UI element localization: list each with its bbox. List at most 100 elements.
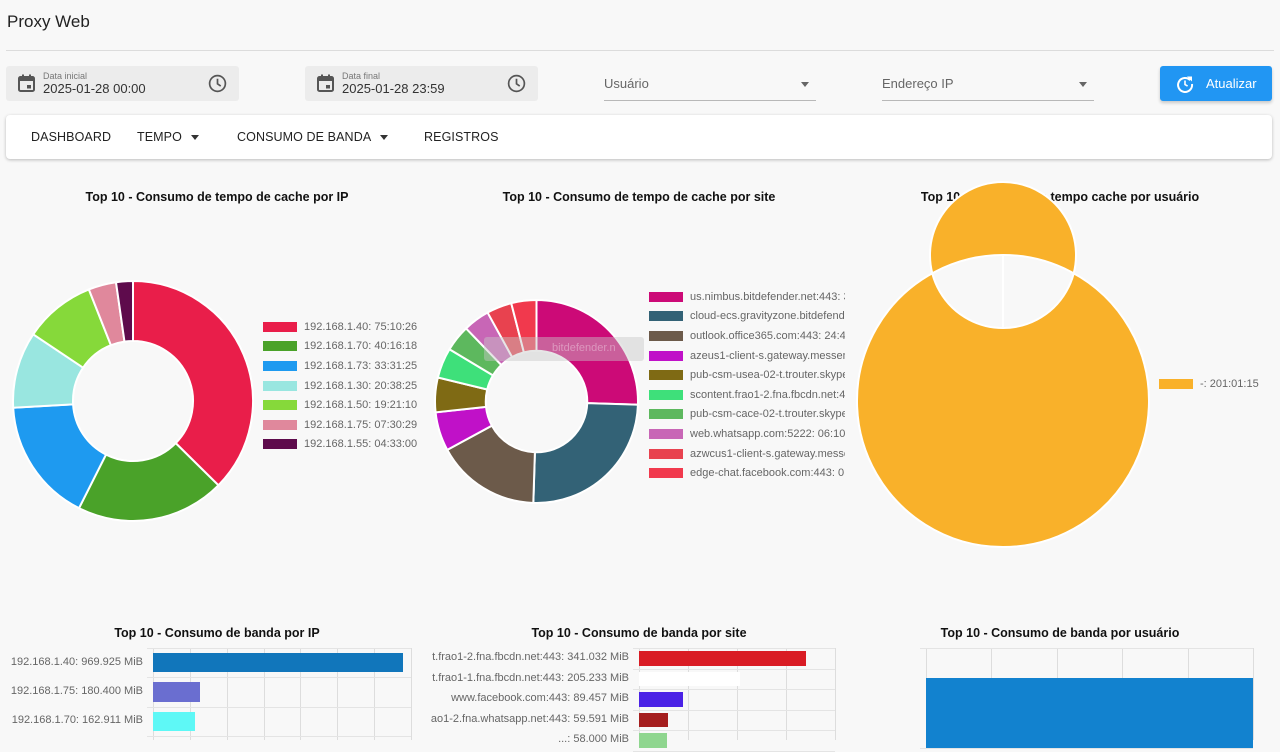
legend-label: 192.168.1.70: 40:16:18 (304, 340, 418, 353)
legend-swatch (263, 419, 297, 430)
bar[interactable] (639, 671, 740, 686)
grid-line (147, 677, 411, 679)
end-date-value[interactable]: 2025-01-28 23:59 (342, 81, 445, 96)
legend-label: 192.168.1.75: 07:30:29 (304, 418, 418, 431)
legend-item[interactable]: outlook.office365.com:443: 24:4 (649, 326, 845, 346)
donut-slice[interactable] (532, 402, 639, 504)
bar-label: t.frao1-1.fna.fbcdn.net:443: 205.233 MiB (432, 671, 629, 684)
nav-item-consumo-de-banda[interactable]: CONSUMO DE BANDA (237, 130, 389, 144)
legend-item[interactable]: azeus1-client-s.gateway.messen (649, 346, 845, 366)
bar-label: t.frao1-2.fna.fbcdn.net:443: 341.032 MiB (432, 651, 629, 664)
donut-chart-cache-user[interactable] (855, 181, 1150, 548)
bar-label: 192.168.1.40: 969.925 MiB (10, 655, 143, 668)
nav-item-registros[interactable]: REGISTROS (424, 130, 499, 144)
bar[interactable] (153, 682, 200, 702)
donut-chart-cache-site[interactable] (434, 298, 639, 504)
start-date-value[interactable]: 2025-01-28 00:00 (43, 81, 146, 96)
legend-cache-ip: 192.168.1.40: 75:10:26 192.168.1.70: 40:1… (263, 317, 423, 454)
main-navbar: DASHBOARD TEMPO CONSUMO DE BANDA REGISTR… (6, 115, 1272, 159)
legend-swatch (649, 370, 683, 381)
bar-chart-band-site[interactable]: t.frao1-2.fna.fbcdn.net:443: 341.032 MiB… (425, 648, 845, 752)
legend-item[interactable]: 192.168.1.55: 04:33:00 (263, 435, 423, 455)
clock-icon[interactable] (507, 74, 526, 93)
nav-label: DASHBOARD (31, 130, 112, 144)
legend-item[interactable]: pub-csm-usea-02-t.trouter.skype (649, 365, 845, 385)
bar-chart-band-ip[interactable]: 192.168.1.40: 969.925 MiB 192.168.1.75: 1… (0, 648, 420, 740)
refresh-icon (1177, 76, 1194, 93)
grid-line (147, 648, 411, 649)
bar[interactable] (639, 651, 807, 666)
legend-label: cloud-ecs.gravityzone.bitdefender (690, 310, 845, 323)
nav-item-tempo[interactable]: TEMPO (137, 130, 199, 144)
chart-title-cache-site: Top 10 - Consumo de tempo de cache por s… (502, 190, 776, 204)
grid-line (633, 730, 835, 731)
legend-swatch (263, 360, 297, 371)
donut-slice[interactable] (132, 279, 254, 487)
legend-item[interactable]: azwcus1-client-s.gateway.messe (649, 444, 845, 464)
start-date-field[interactable]: Data inicial 2025-01-28 00:00 (6, 66, 239, 101)
legend-label: 192.168.1.73: 33:31:25 (304, 359, 418, 372)
legend-label: 192.168.1.40: 75:10:26 (304, 320, 418, 333)
title-divider (6, 50, 1274, 51)
grid-line (633, 709, 835, 711)
legend-item[interactable]: 192.168.1.50: 19:21:10 (263, 395, 423, 415)
legend-item[interactable]: 192.168.1.73: 33:31:25 (263, 356, 423, 376)
legend-item[interactable]: web.whatsapp.com:5222: 06:10: (649, 424, 845, 444)
legend-label: outlook.office365.com:443: 24:4 (690, 329, 845, 342)
nav-item-dashboard[interactable]: DASHBOARD (31, 130, 111, 144)
grid-line (920, 748, 1253, 749)
chart-title-band-user: Top 10 - Consumo de banda por usuário (940, 626, 1180, 640)
dropdown-arrow-icon (380, 135, 389, 141)
end-date-field[interactable]: Data final 2025-01-28 23:59 (305, 66, 538, 101)
bar-label: 192.168.1.70: 162.911 MiB (11, 714, 143, 727)
legend-item[interactable]: -: 201:01:15 (1159, 374, 1279, 394)
chart-title-band-ip: Top 10 - Consumo de banda por IP (114, 626, 320, 640)
legend-swatch (1159, 378, 1193, 389)
nav-label: TEMPO (137, 130, 182, 144)
legend-swatch (649, 350, 683, 361)
grid-line (633, 668, 835, 670)
legend-item[interactable]: 192.168.1.75: 07:30:29 (263, 415, 423, 435)
legend-item[interactable]: us.nimbus.bitdefender.net:443: 3 (649, 287, 845, 307)
legend-swatch (649, 428, 683, 439)
calendar-icon[interactable] (18, 74, 35, 92)
legend-item[interactable]: scontent.frao1-2.fna.fbcdn.net:4 (649, 385, 845, 405)
user-select[interactable]: Usuário (604, 66, 816, 101)
bar[interactable] (639, 712, 669, 727)
ip-select[interactable]: Endereço IP (882, 66, 1094, 101)
grid-line (1253, 648, 1254, 740)
legend-item[interactable]: 192.168.1.40: 75:10:26 (263, 317, 423, 337)
bar[interactable] (639, 733, 668, 748)
legend-item[interactable]: 192.168.1.30: 20:38:25 (263, 376, 423, 396)
clock-icon[interactable] (208, 74, 227, 93)
legend-label: pub-csm-cace-02-t.trouter.skype (690, 408, 845, 421)
legend-label: us.nimbus.bitdefender.net:443: 3 (690, 290, 845, 303)
bar-label: www.facebook.com:443: 89.457 MiB (451, 692, 629, 705)
grid-line (147, 735, 411, 737)
chevron-down-icon (801, 82, 809, 87)
legend-item[interactable]: 192.168.1.70: 40:16:18 (263, 337, 423, 357)
bar[interactable] (926, 678, 1253, 748)
legend-swatch (263, 400, 297, 411)
legend-cache-site: us.nimbus.bitdefender.net:443: 3 cloud-ec… (649, 287, 845, 483)
donut-slice[interactable] (855, 181, 1150, 548)
legend-item[interactable]: edge-chat.facebook.com:443: 0 (649, 463, 845, 483)
chart-title-cache-ip: Top 10 - Consumo de tempo de cache por I… (85, 190, 349, 204)
legend-cache-user: -: 201:01:15 (1159, 374, 1279, 394)
calendar-icon[interactable] (317, 74, 334, 92)
nav-label: CONSUMO DE BANDA (237, 130, 372, 144)
chevron-down-icon (1079, 82, 1087, 87)
legend-item[interactable]: pub-csm-cace-02-t.trouter.skype (649, 405, 845, 425)
legend-swatch (649, 311, 683, 322)
refresh-button[interactable]: Atualizar (1160, 66, 1272, 101)
start-date-label: Data inicial (43, 71, 88, 81)
bar-chart-band-user[interactable] (920, 648, 1280, 749)
legend-label: 192.168.1.50: 19:21:10 (304, 399, 418, 412)
bar[interactable] (153, 653, 404, 673)
grid-line (633, 689, 835, 690)
legend-label: 192.168.1.55: 04:33:00 (304, 438, 418, 451)
donut-chart-cache-ip[interactable] (12, 279, 254, 522)
bar[interactable] (639, 692, 683, 707)
bar[interactable] (153, 711, 196, 731)
legend-item[interactable]: cloud-ecs.gravityzone.bitdefender (649, 307, 845, 327)
